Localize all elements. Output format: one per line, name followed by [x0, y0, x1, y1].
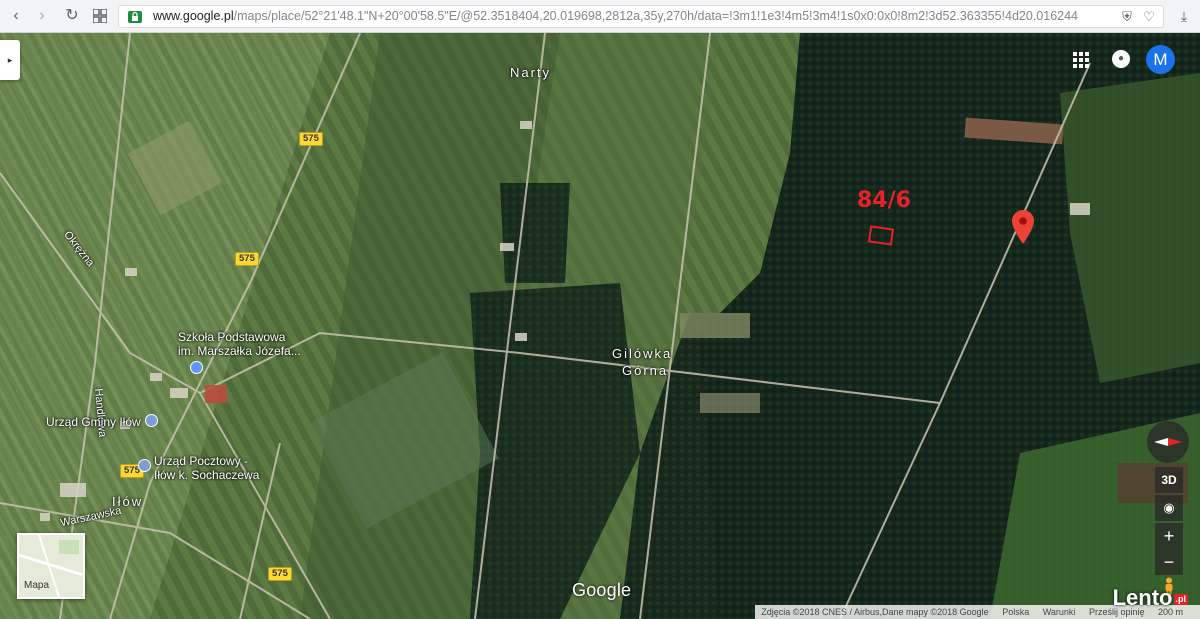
- parcel-number-label: 84/6: [857, 188, 911, 213]
- lento-text: Lento: [1112, 585, 1173, 610]
- terms-link[interactable]: Warunki: [1043, 607, 1076, 617]
- place-label-gilowka[interactable]: Gilówka: [612, 346, 672, 361]
- browser-toolbar: ‹ › ↻ www.google.pl/maps/place/52°21'48.…: [0, 0, 1200, 33]
- 3d-toggle-button[interactable]: 3D: [1155, 467, 1183, 493]
- side-panel-toggle[interactable]: ▸: [0, 40, 20, 80]
- poi-gmina-label[interactable]: Urząd Gminy Iłów: [46, 415, 141, 429]
- poi-post-name: Urząd Pocztowy -: [154, 454, 249, 468]
- url-host: www.google.pl: [153, 9, 234, 23]
- minimap-label: Mapa: [24, 580, 50, 591]
- forward-arrow-icon[interactable]: ›: [32, 6, 52, 26]
- heart-icon[interactable]: ♡: [1141, 9, 1157, 25]
- download-icon[interactable]: ⤓: [1174, 6, 1194, 26]
- lento-suffix: .pl: [1173, 593, 1188, 605]
- poi-post-subname: Iłów k. Sochaczewa: [154, 468, 260, 482]
- place-label-narty[interactable]: Narty: [510, 65, 551, 80]
- satellite-map[interactable]: ▸ Narty Gilówka Górna Iłów Okrężna Handl…: [0, 33, 1200, 619]
- zoom-in-button[interactable]: +: [1155, 523, 1183, 549]
- parcel-outline: [867, 225, 895, 246]
- route-shield-575: 575: [268, 567, 292, 581]
- address-bar[interactable]: www.google.pl/maps/place/52°21'48.1"N+20…: [118, 5, 1164, 28]
- notifications-bell-icon[interactable]: ●: [1112, 50, 1130, 68]
- google-logo: Google: [572, 580, 632, 600]
- poi-school-name: Szkoła Podstawowa: [178, 330, 286, 344]
- school-poi-icon[interactable]: [190, 361, 203, 374]
- post-office-poi-icon[interactable]: [138, 459, 151, 472]
- reload-icon[interactable]: ↻: [62, 6, 82, 26]
- my-location-icon[interactable]: ◉: [1155, 495, 1183, 521]
- zoom-out-button[interactable]: −: [1155, 549, 1183, 575]
- route-shield-575: 575: [235, 252, 259, 266]
- country-link[interactable]: Polska: [1002, 607, 1029, 617]
- lento-watermark: Lento .pl: [1113, 585, 1188, 611]
- poi-post-label[interactable]: Urząd Pocztowy - Iłów k. Sochaczewa: [154, 454, 259, 482]
- place-label-gorna[interactable]: Górna: [622, 363, 668, 378]
- back-arrow-icon[interactable]: ‹: [6, 6, 26, 26]
- shield-icon[interactable]: ⛨: [1119, 9, 1135, 25]
- government-poi-icon[interactable]: [145, 414, 158, 427]
- map-type-toggle[interactable]: Mapa: [17, 533, 85, 599]
- satellite-imagery: [0, 33, 1200, 619]
- poi-school-label[interactable]: Szkoła Podstawowa im. Marszałka Józefa..…: [178, 330, 301, 358]
- url-path: /maps/place/52°21'48.1"N+20°00'58.5"E/@5…: [233, 9, 1079, 23]
- apps-grid-icon[interactable]: [90, 6, 110, 26]
- imagery-credit: Zdjęcia ©2018 CNES / Airbus,Dane mapy ©2…: [761, 607, 989, 617]
- account-avatar[interactable]: M: [1146, 45, 1175, 74]
- url-text[interactable]: www.google.pl/maps/place/52°21'48.1"N+20…: [153, 6, 1093, 27]
- location-pin-icon[interactable]: [1012, 210, 1034, 244]
- google-apps-icon[interactable]: [1073, 52, 1089, 68]
- poi-school-subname: im. Marszałka Józefa...: [178, 344, 301, 358]
- compass-icon[interactable]: [1147, 421, 1189, 463]
- route-shield-575: 575: [299, 132, 323, 146]
- secure-lock-icon: [128, 11, 142, 23]
